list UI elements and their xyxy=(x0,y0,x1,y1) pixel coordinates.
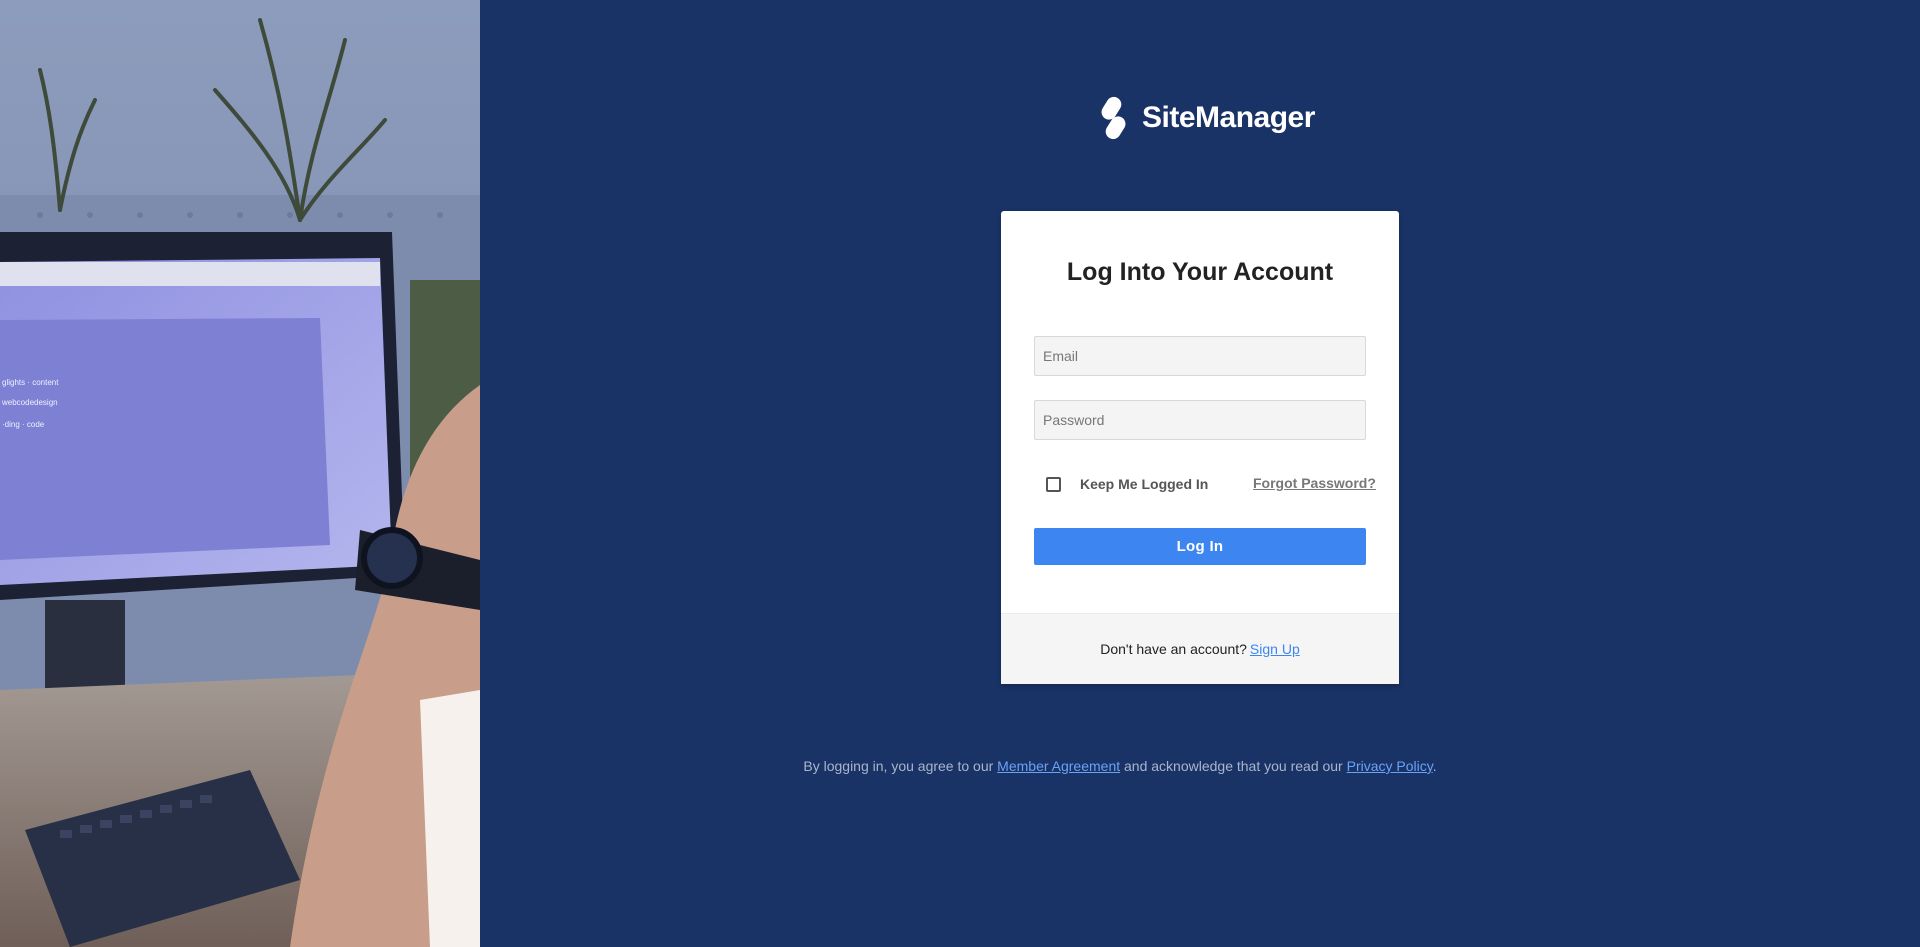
signup-footer: Don't have an account? Sign Up xyxy=(1001,613,1399,684)
signup-link[interactable]: Sign Up xyxy=(1250,641,1300,657)
svg-text:·ding · code: ·ding · code xyxy=(2,420,45,429)
workspace-photo: glights · content webcodedesign ·ding · … xyxy=(0,0,480,947)
email-input[interactable] xyxy=(1034,336,1366,376)
keep-logged-in-label: Keep Me Logged In xyxy=(1080,476,1209,492)
terms-suffix: . xyxy=(1432,758,1437,774)
member-agreement-link[interactable]: Member Agreement xyxy=(997,758,1120,774)
login-button[interactable]: Log In xyxy=(1034,528,1366,565)
brand-name: SiteManager xyxy=(1142,101,1315,134)
svg-text:webcodedesign: webcodedesign xyxy=(1,398,58,407)
login-page: glights · content webcodedesign ·ding · … xyxy=(0,0,1920,947)
terms-prefix: By logging in, you agree to our xyxy=(803,758,998,774)
forgot-password-link[interactable]: Forgot Password? xyxy=(1253,475,1376,491)
svg-text:glights · content: glights · content xyxy=(2,378,59,387)
keep-logged-in-checkbox[interactable] xyxy=(1046,476,1061,492)
brand-logo: SiteManager xyxy=(1099,95,1315,141)
terms-notice: By logging in, you agree to our Member A… xyxy=(0,758,1920,774)
login-title: Log Into Your Account xyxy=(1066,258,1334,286)
keep-logged-in-toggle[interactable]: Keep Me Logged In xyxy=(1046,475,1208,493)
privacy-policy-link[interactable]: Privacy Policy xyxy=(1347,758,1433,774)
terms-middle: and acknowledge that you read our xyxy=(1120,758,1347,774)
signup-prompt: Don't have an account? xyxy=(1100,641,1247,657)
sitemanager-logo-icon xyxy=(1101,96,1126,140)
password-input[interactable] xyxy=(1034,400,1366,440)
